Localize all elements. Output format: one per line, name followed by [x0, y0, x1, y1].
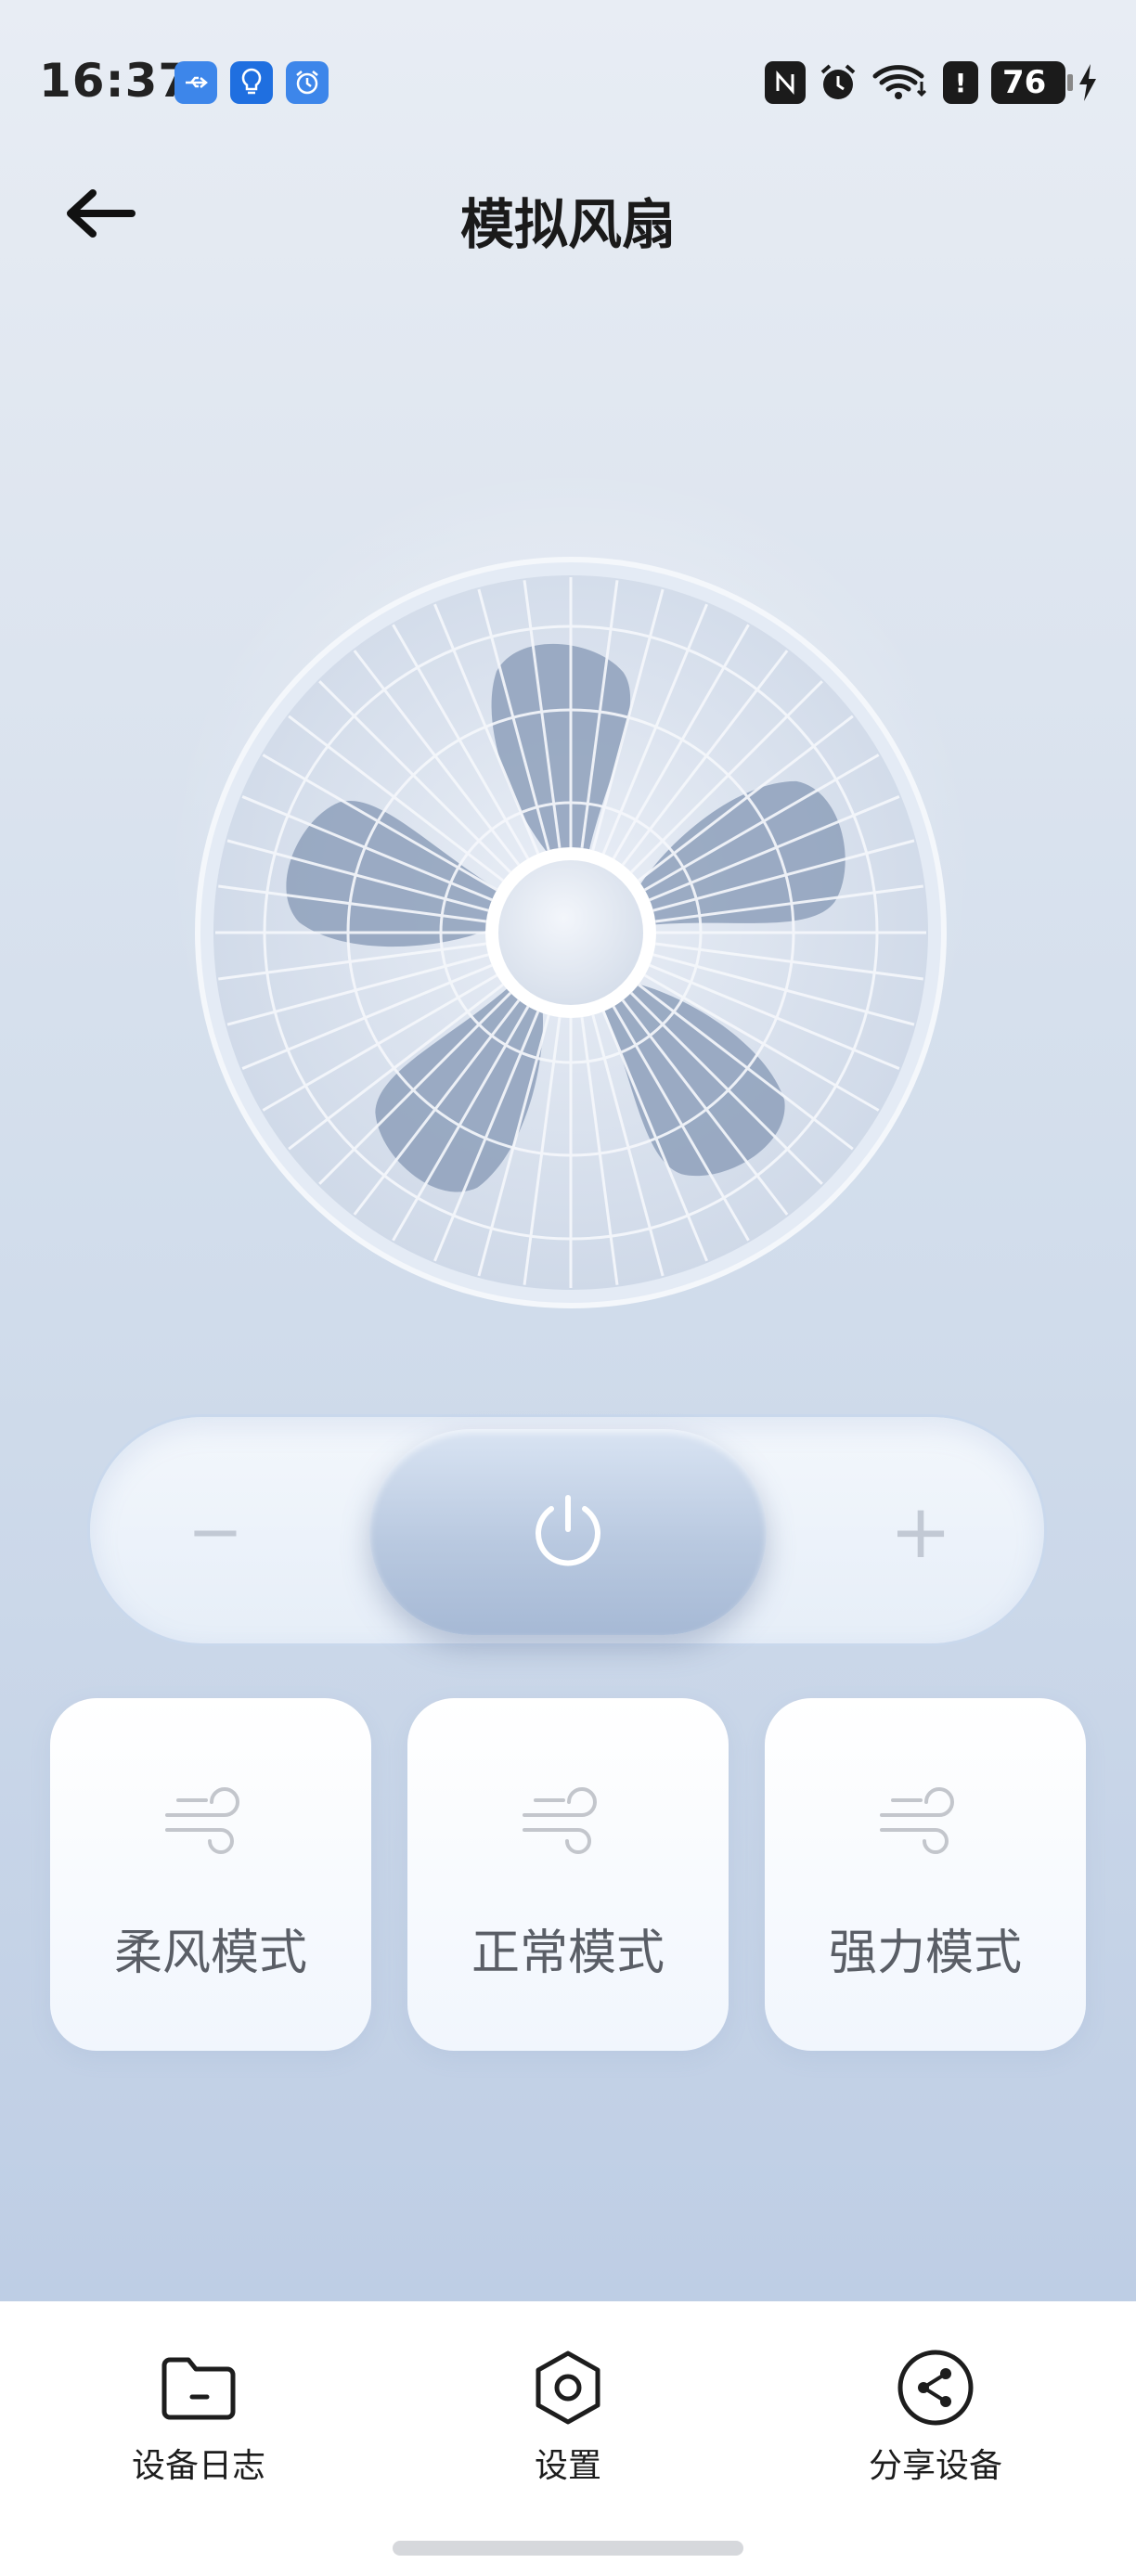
battery-icon: 76 — [991, 61, 1073, 104]
folder-icon — [157, 2346, 240, 2429]
nav-item-share-device[interactable]: 分享设备 — [796, 2338, 1075, 2487]
fan-hub — [498, 860, 643, 1005]
fan-illustration[interactable] — [195, 557, 947, 1308]
usb-icon — [174, 61, 217, 104]
nav-item-device-log[interactable]: 设备日志 — [59, 2338, 338, 2487]
battery-level: 76 — [1002, 64, 1047, 101]
nav-label: 分享设备 — [868, 2447, 1002, 2485]
alert-icon: ! — [943, 61, 978, 104]
page-title: 模拟风扇 — [459, 193, 676, 256]
alarm-clock-icon — [817, 61, 859, 104]
bulb-icon — [230, 61, 273, 104]
nav-label: 设置 — [534, 2447, 601, 2485]
wind-icon — [161, 1772, 260, 1856]
mode-card-soft[interactable]: 柔风模式 — [50, 1698, 371, 2051]
mode-label: 正常模式 — [471, 1926, 665, 1981]
mode-label: 强力模式 — [828, 1926, 1022, 1981]
wind-icon — [519, 1772, 617, 1856]
hexagon-settings-icon — [526, 2346, 610, 2429]
decrease-speed-button[interactable]: − — [178, 1492, 252, 1570]
status-bar: 16:37 ! 76 — [0, 0, 1136, 167]
mode-card-strong[interactable]: 强力模式 — [765, 1698, 1086, 2051]
share-icon — [894, 2346, 977, 2429]
home-indicator[interactable] — [393, 2541, 743, 2556]
increase-speed-button[interactable]: + — [884, 1488, 958, 1575]
nav-item-settings[interactable]: 设置 — [429, 2338, 707, 2487]
nav-label: 设备日志 — [131, 2447, 265, 2485]
mode-card-normal[interactable]: 正常模式 — [407, 1698, 729, 2051]
power-icon — [526, 1488, 610, 1576]
nfc-icon — [765, 61, 806, 104]
wifi-icon — [871, 61, 930, 104]
wind-icon — [876, 1772, 975, 1856]
status-time: 16:37 — [39, 54, 192, 108]
power-button[interactable] — [369, 1429, 767, 1635]
charging-icon — [1075, 61, 1101, 104]
mode-label: 柔风模式 — [113, 1926, 307, 1981]
alarm-icon — [286, 61, 329, 104]
